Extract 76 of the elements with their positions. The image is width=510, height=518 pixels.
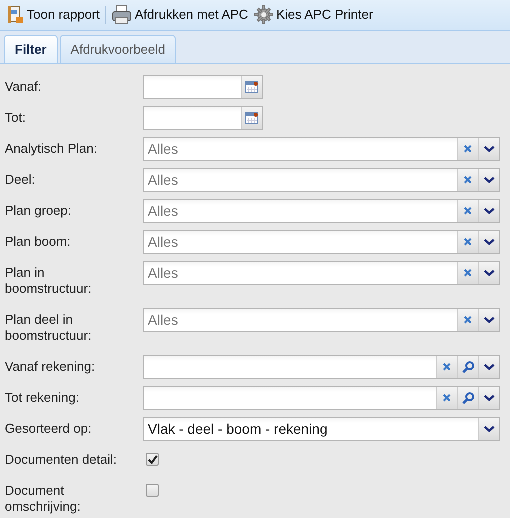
- field-label: Analytisch Plan:: [5, 140, 98, 158]
- caret-icon: [484, 364, 494, 370]
- field-label: Tot:: [5, 109, 27, 127]
- field-label: Plan boom:: [5, 233, 72, 251]
- search-icon: [462, 392, 474, 404]
- field-label: Vanaf rekening:: [5, 358, 96, 376]
- field-label: Document omschrijving:: [5, 482, 82, 516]
- field-label: Vanaf:: [5, 78, 43, 96]
- clear-button[interactable]: [457, 200, 478, 222]
- search-button[interactable]: [457, 387, 478, 409]
- tab[interactable]: Filter: [4, 35, 58, 63]
- field-label: Plan groep:: [5, 202, 72, 220]
- dropdown-button[interactable]: [478, 169, 499, 191]
- search-button[interactable]: [457, 356, 478, 378]
- gear-icon: [254, 5, 274, 25]
- dropdown-button[interactable]: [478, 200, 499, 222]
- report-icon: [7, 5, 25, 25]
- combo-field[interactable]: [143, 386, 500, 410]
- dropdown-button[interactable]: [478, 418, 499, 440]
- combo-field[interactable]: [143, 355, 500, 379]
- date-field[interactable]: [143, 106, 263, 130]
- close-icon: [463, 175, 473, 185]
- caret-icon: [484, 208, 494, 214]
- calendar-button[interactable]: [241, 76, 262, 98]
- field-label: Gesorteerd op:: [5, 420, 93, 438]
- toolbar-button[interactable]: Kies APC Printer: [251, 3, 376, 27]
- toolbar-button[interactable]: Afdrukken met APC: [108, 3, 252, 27]
- close-icon: [463, 144, 473, 154]
- caret-icon: [484, 146, 494, 152]
- dropdown-button[interactable]: [478, 387, 499, 409]
- select-field[interactable]: Vlak - deel - boom - rekening: [143, 417, 500, 441]
- dropdown-button[interactable]: [478, 138, 499, 160]
- calendar-button[interactable]: [241, 107, 262, 129]
- calendar-icon: [245, 80, 259, 94]
- calendar-icon: [245, 111, 259, 125]
- caret-icon: [484, 176, 494, 184]
- close-icon: [463, 237, 473, 247]
- caret-icon: [484, 238, 494, 246]
- close-icon: [463, 315, 473, 325]
- tab[interactable]: Afdrukvoorbeeld: [60, 35, 176, 63]
- combo-field[interactable]: Alles: [143, 199, 500, 223]
- printer-icon: [111, 5, 133, 25]
- combo-field[interactable]: Alles: [143, 168, 500, 192]
- clear-button[interactable]: [457, 231, 478, 253]
- clear-button[interactable]: [436, 356, 457, 378]
- close-icon: [463, 268, 473, 278]
- field-label: Plan in boomstructuur:: [5, 264, 93, 298]
- combo-field[interactable]: Alles: [143, 137, 500, 161]
- caret-icon: [484, 426, 494, 432]
- clear-button[interactable]: [457, 138, 478, 160]
- combo-field[interactable]: Alles: [143, 230, 500, 254]
- clear-button[interactable]: [457, 309, 478, 331]
- checkbox[interactable]: [146, 484, 159, 497]
- field-label: Tot rekening:: [5, 389, 80, 407]
- date-field[interactable]: [143, 75, 263, 99]
- close-icon: [463, 206, 473, 216]
- checkbox[interactable]: [146, 453, 159, 466]
- dropdown-button[interactable]: [478, 356, 499, 378]
- close-icon: [442, 362, 452, 372]
- close-icon: [442, 393, 452, 403]
- clear-button[interactable]: [457, 262, 478, 284]
- caret-icon: [484, 316, 494, 324]
- caret-icon: [484, 394, 494, 402]
- combo-field[interactable]: Alles: [143, 261, 500, 285]
- field-label: Documenten detail:: [5, 451, 118, 469]
- clear-button[interactable]: [436, 387, 457, 409]
- dropdown-button[interactable]: [478, 262, 499, 284]
- field-label: Plan deel in boomstructuur:: [5, 311, 93, 345]
- field-label: Deel:: [5, 171, 36, 189]
- caret-icon: [484, 270, 494, 276]
- search-icon: [462, 360, 474, 374]
- dropdown-button[interactable]: [478, 309, 499, 331]
- toolbar-button[interactable]: Toon rapport: [4, 3, 103, 27]
- combo-field[interactable]: Alles: [143, 308, 500, 332]
- dropdown-button[interactable]: [478, 231, 499, 253]
- clear-button[interactable]: [457, 169, 478, 191]
